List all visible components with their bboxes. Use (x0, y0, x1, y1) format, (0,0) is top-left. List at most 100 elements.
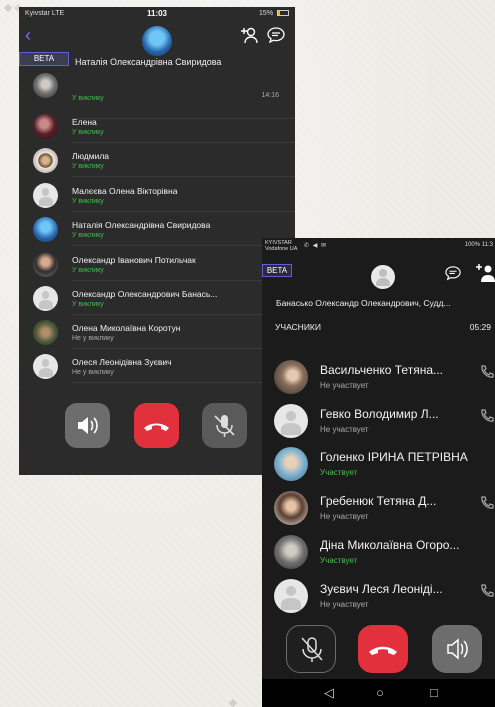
carrier-line: Vodafone UA (265, 246, 298, 252)
list-item[interactable]: Малєєва Олена Вікторівна У виклику (19, 178, 295, 212)
phone-icon[interactable] (479, 495, 495, 511)
avatar (274, 579, 308, 613)
list-item[interactable]: Діна Миколаївна Огоро... Участвует (262, 529, 495, 573)
list-item[interactable]: Зуєвич Леся Леоніді... Не участвует (262, 573, 495, 617)
chat-icon[interactable] (445, 265, 461, 281)
chat-icon[interactable] (267, 26, 285, 44)
avatar (33, 73, 58, 98)
participant-name: Людмила (72, 151, 110, 161)
add-participant-icon[interactable] (241, 26, 259, 44)
end-call-button[interactable] (358, 625, 408, 673)
participant-name: Олександр Олександрович Банась... (72, 289, 218, 299)
nav-back-icon[interactable]: ◁ (324, 685, 334, 701)
participant-status: У виклику (72, 267, 104, 274)
group-avatar[interactable] (371, 265, 395, 289)
back-chevron-icon[interactable]: ‹ (25, 25, 31, 46)
list-item[interactable]: Олеся Леонідівна Зуєвич Не у виклику (19, 349, 295, 383)
speaker-button[interactable] (65, 403, 110, 448)
participant-name: Олександр Іванович Потильчак (72, 255, 196, 265)
avatar (33, 217, 58, 242)
system-indicators: 100% 11:3 (464, 242, 493, 248)
section-label: УЧАСНИКИ (275, 322, 321, 332)
phone-icon[interactable] (479, 408, 495, 424)
avatar (33, 114, 58, 139)
participant-name: Елена (72, 117, 97, 127)
carrier-label: KYIVSTAR Vodafone UA (265, 240, 297, 252)
notification-icons: ✆ ◀ ✉ (304, 243, 328, 249)
list-item[interactable]: Голенко ІРИНА ПЕТРІВНА Участвует (262, 441, 495, 485)
avatar (33, 286, 58, 311)
speaker-button[interactable] (432, 625, 482, 673)
android-call-screenshot: KYIVSTAR Vodafone UA ✆ ◀ ✉ 100% 11:3 BET… (262, 238, 495, 707)
group-avatar[interactable] (142, 26, 172, 56)
call-controls (262, 617, 495, 677)
call-duration: 05:29 (469, 322, 491, 332)
participant-status: Участвует (320, 468, 358, 477)
list-item[interactable]: Васильченко Тетяна... Не участвует (262, 354, 495, 398)
list-item[interactable]: Елена У виклику (19, 109, 295, 143)
group-title: Наталія Олександрівна Свиридова (75, 57, 222, 67)
speaker-icon (78, 417, 98, 434)
avatar (274, 535, 308, 569)
participant-name: Олена Миколаївна Коротун (72, 323, 181, 333)
avatar (274, 404, 308, 438)
participant-status: Не у виклику (72, 335, 114, 342)
mute-button[interactable] (202, 403, 247, 448)
phone-icon[interactable] (479, 364, 495, 380)
battery-indicator: 15% (259, 10, 289, 17)
participant-status: У виклику (72, 301, 104, 308)
participant-name: Васильченко Тетяна... (320, 363, 444, 377)
participant-status: У виклику (72, 232, 104, 239)
participant-name: Малєєва Олена Вікторівна (72, 186, 178, 196)
participant-status: Участвует (320, 556, 358, 565)
participant-name: Наталія Олександрівна Свиридова (72, 220, 211, 230)
list-item[interactable]: Олена Миколаївна Коротун Не у виклику (19, 315, 295, 349)
battery-icon (277, 10, 289, 17)
avatar (33, 320, 58, 345)
nav-home-icon[interactable]: ○ (376, 685, 384, 700)
hangup-icon (144, 423, 169, 431)
divider (72, 176, 295, 177)
ios-call-screenshot: Kyivstar LTE 11:03 15% ‹ BETA Наталія Ол… (19, 7, 295, 475)
battery-percent: 15% (259, 10, 274, 17)
add-participant-icon[interactable] (476, 263, 495, 282)
avatar (33, 354, 58, 379)
participant-name: Гевко Володимир Л... (320, 407, 439, 421)
decoration (228, 698, 238, 707)
participant-status: У виклику (72, 95, 104, 102)
avatar (33, 252, 58, 277)
list-item[interactable]: Наталія Олександрівна Свиридова У виклик… (19, 212, 295, 246)
clock: 11:03 (146, 9, 168, 18)
participant-status: У виклику (72, 129, 104, 136)
hangup-icon (369, 646, 397, 655)
call-controls (19, 389, 295, 475)
participant-status: У виклику (72, 198, 104, 205)
list-item[interactable]: Гевко Володимир Л... Не участвует (262, 398, 495, 442)
status-bar: Kyivstar LTE 11:03 15% (19, 7, 295, 21)
avatar (33, 183, 58, 208)
android-nav-bar: ◁ ○ □ (262, 679, 495, 707)
status-bar: KYIVSTAR Vodafone UA ✆ ◀ ✉ 100% 11:3 (262, 238, 495, 255)
list-item[interactable]: Олександр Іванович Потильчак У виклику (19, 247, 295, 281)
list-item[interactable]: Гребенюк Тетяна Д... Не участвует (262, 485, 495, 529)
mic-off-icon (301, 637, 323, 662)
list-item[interactable]: Олександр Олександрович Банась... У викл… (19, 281, 295, 315)
mute-button[interactable] (286, 625, 336, 673)
nav-recents-icon[interactable]: □ (430, 685, 438, 700)
end-call-button[interactable] (134, 403, 179, 448)
participant-name: Гребенюк Тетяна Д... (320, 494, 437, 508)
participant-status: Не участвует (320, 600, 369, 609)
decoration (3, 3, 13, 13)
participant-status: У виклику (72, 163, 104, 170)
timestamp: 14:16 (261, 92, 279, 99)
speaker-icon (447, 638, 468, 660)
participant-status: Не участвует (320, 381, 369, 390)
beta-badge: BETA (19, 52, 69, 66)
beta-badge: BETA (262, 264, 292, 277)
phone-icon[interactable] (479, 583, 495, 599)
participant-name: Голенко ІРИНА ПЕТРІВНА (320, 450, 468, 464)
list-item[interactable]: Людмила У виклику (19, 143, 295, 177)
participant-name: Олеся Леонідівна Зуєвич (72, 357, 172, 367)
avatar (33, 148, 58, 173)
group-title: Банасько Олександр Олекандрович, Судд... (276, 298, 451, 308)
